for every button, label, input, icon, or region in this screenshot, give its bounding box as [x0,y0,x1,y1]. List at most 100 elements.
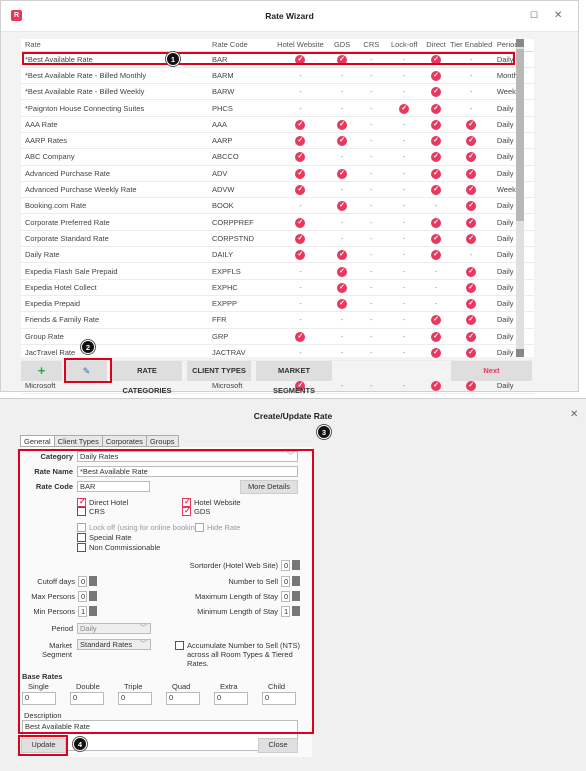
check-icon: ✓ [431,315,442,326]
rate-name-cell: Advanced Purchase Weekly Rate [21,181,208,199]
dash-icon: - [370,380,373,390]
dialog-close-icon[interactable]: ✕ [570,409,578,420]
market-segments-button[interactable]: MARKET SEGMENTS [256,361,332,395]
step-badge-3: 3 [317,425,331,439]
maximize-icon[interactable]: ☐ [530,10,538,21]
direct-cell: ✓ [422,311,450,329]
gds-cell: ✓ [327,262,357,280]
check-icon: ✓ [466,152,477,163]
tab-groups[interactable]: Groups [145,435,179,447]
lock-cell: - [385,116,423,133]
direct-cell: ✓ [422,230,450,248]
rate-name-cell: ABC Company [21,148,208,166]
hw-cell: - [273,83,328,101]
dash-icon: - [340,70,344,80]
table-row[interactable]: Daily Rate DAILY ✓ ✓ - - ✓ - Daily [21,246,534,264]
table-row[interactable]: Expedia Hotel Collect EXPHC - ✓ - - - ✓ Daily [21,279,534,296]
check-icon: ✓ [431,185,442,196]
column-header[interactable]: Rate Code [208,39,274,52]
column-header[interactable]: Tier Enabled [449,39,493,52]
add-rate-button[interactable]: + [21,361,62,381]
close-icon[interactable]: ✕ [554,10,562,21]
table-row[interactable]: AAA Rate AAA ✓ ✓ - - ✓ ✓ Daily [21,116,534,133]
column-header[interactable]: Direct [422,39,450,52]
highlight-edit-box [64,358,112,383]
rate-name-cell: Corporate Standard Rate [21,230,208,248]
table-row[interactable]: Expedia Prepaid EXPPP - ✓ - - - ✓ Daily [21,295,534,313]
column-header[interactable]: Lock-off [385,39,423,52]
lock-cell: - [385,213,423,231]
tab-general[interactable]: General [20,435,55,447]
table-row[interactable]: Booking.com Rate BOOK - ✓ - - - ✓ Daily [21,197,534,215]
table-row[interactable]: Corporate Standard Rate CORPSTND ✓ - - - ✓ ✓ Dai… [21,230,534,248]
tier-cell: ✓ [449,165,493,182]
rates-table: Rate Rate Code Hotel Website GDS CRS Lock-off… [21,39,534,394]
tab-client-types[interactable]: Client Types [53,435,103,447]
close-button[interactable]: Close [258,738,298,753]
period-cell: Daily [492,295,534,313]
column-header[interactable]: GDS [327,39,357,52]
gds-cell: - [327,83,357,101]
dash-icon: - [402,185,406,195]
check-icon: ✓ [466,299,477,310]
lock-cell: - [385,67,423,85]
table-row[interactable]: ABC Company ABCCO ✓ - - - ✓ ✓ Daily [21,148,534,166]
column-header[interactable]: CRS [356,39,386,52]
dash-icon: - [340,331,344,341]
table-row[interactable]: Expedia Flash Sale Prepaid EXPFLS - ✓ - - - ✓ Da… [21,262,534,280]
direct-cell: ✓ [422,148,450,166]
table-row[interactable]: Group Rate GRP ✓ - - - ✓ ✓ Daily [21,328,534,345]
direct-cell: ✓ [422,67,450,85]
tier-cell: ✓ [449,116,493,133]
direct-cell: ✓ [422,132,450,150]
hw-cell: - [273,67,328,85]
table-row[interactable]: *Best Available Rate - Billed Weekly BARW… [21,83,534,101]
table-row[interactable]: *Paignton House Connecting Suites PHCS - - -… [21,99,534,117]
dash-icon: - [370,87,373,97]
rate-categories-button[interactable]: RATE CATEGORIES [112,361,182,395]
check-icon: ✓ [295,233,306,244]
create-update-rate-dialog: Create/Update Rate ✕ General Client Types… [0,398,586,771]
vertical-scrollbar[interactable] [516,39,524,357]
check-icon: ✓ [337,168,348,179]
direct-cell: ✓ [422,328,450,345]
period-cell: Daily [492,132,534,150]
step-badge-4: 4 [73,737,87,751]
dash-icon: - [299,299,302,309]
scroll-down-icon[interactable] [516,349,524,357]
rate-code-cell: ADVW [208,181,274,199]
client-types-button[interactable]: CLIENT TYPES [187,361,251,381]
column-header[interactable]: Rate [21,39,208,52]
check-icon: ✓ [399,103,410,114]
tier-cell: - [449,67,493,85]
direct-cell: - [422,279,450,296]
crs-cell: - [356,99,386,117]
table-row[interactable]: Advanced Purchase Weekly Rate ADVW ✓ - - - ✓ ✓ W… [21,181,534,199]
scroll-thumb[interactable] [516,49,524,221]
rate-code-cell: BARM [208,67,274,85]
check-icon: ✓ [466,266,477,277]
table-row[interactable]: Corporate Preferred Rate CORPPREF ✓ - - - ✓ ✓ Da… [21,213,534,231]
table-row[interactable]: Advanced Purchase Rate ADV ✓ ✓ - - ✓ ✓ Daily [21,165,534,182]
gds-cell: - [327,328,357,345]
column-header[interactable]: Period [492,39,534,52]
hw-cell: - [273,295,328,313]
column-header[interactable]: Hotel Website [273,39,328,52]
scroll-up-icon[interactable] [516,39,524,47]
rate-code-cell: CORPSTND [208,230,274,248]
table-row[interactable]: AARP Rates AARP ✓ ✓ - - ✓ ✓ Daily [21,132,534,150]
tab-corporates[interactable]: Corporates [101,435,147,447]
period-cell: Daily [492,328,534,345]
check-icon: ✓ [431,233,442,244]
table-row[interactable]: Friends & Family Rate FFR - - - - ✓ ✓ Daily [21,311,534,329]
hw-cell: - [273,311,328,329]
check-icon: ✓ [466,136,477,147]
period-cell: Weekly [492,181,534,199]
lock-cell: - [385,295,423,313]
window-title: Rate Wizard [265,11,314,21]
rate-name-cell: AARP Rates [21,132,208,150]
next-button[interactable]: Next [451,361,532,381]
table-row[interactable]: *Best Available Rate - Billed Monthly BAR… [21,67,534,85]
tier-cell: ✓ [449,132,493,150]
hw-cell: - [273,197,328,215]
